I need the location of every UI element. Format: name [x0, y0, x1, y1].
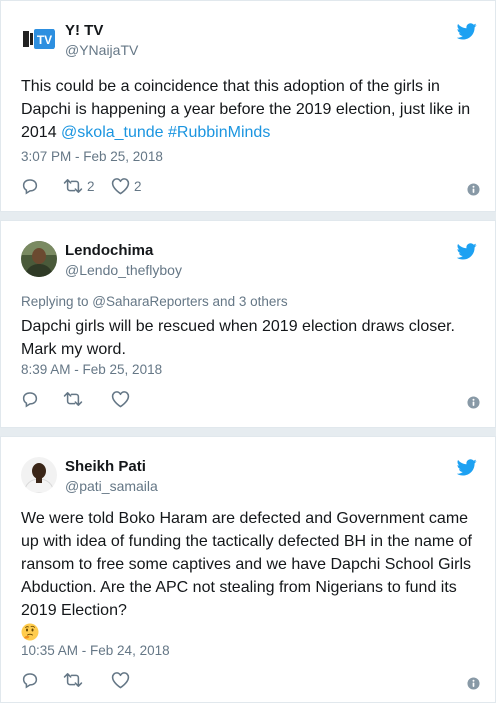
reply-button[interactable]: [21, 389, 39, 409]
retweet-count: 2: [87, 178, 95, 194]
thinking-face-icon: [21, 623, 39, 641]
twitter-bird-icon[interactable]: [457, 459, 477, 476]
info-button[interactable]: [467, 673, 480, 693]
tweet-timestamp[interactable]: 8:39 AM - Feb 25, 2018: [21, 362, 162, 377]
avatar[interactable]: [21, 457, 57, 493]
tweet-feed: TV Y! TV @YNaijaTV This could be a coinc…: [0, 0, 496, 703]
user-handle[interactable]: @pati_samaila: [65, 478, 158, 494]
tweet-card[interactable]: TV Y! TV @YNaijaTV This could be a coinc…: [0, 0, 496, 212]
like-button[interactable]: [111, 389, 134, 409]
info-icon: [467, 182, 480, 196]
reply-button[interactable]: [21, 670, 39, 690]
avatar[interactable]: TV: [21, 21, 57, 57]
user-handle[interactable]: @Lendo_theflyboy: [65, 262, 182, 278]
retweet-button[interactable]: [63, 670, 87, 690]
svg-text:TV: TV: [37, 33, 52, 47]
avatar[interactable]: [21, 241, 57, 277]
retweet-icon: [63, 673, 83, 687]
retweet-icon: [63, 392, 83, 406]
retweet-button[interactable]: [63, 389, 87, 409]
reply-button[interactable]: [21, 176, 39, 196]
user-handle[interactable]: @YNaijaTV: [65, 42, 138, 58]
heart-icon: [111, 391, 130, 408]
tweet-text: This could be a coincidence that this ad…: [21, 75, 479, 144]
twitter-bird-icon[interactable]: [457, 243, 477, 260]
tweet-actions: [21, 670, 481, 690]
tweet-card[interactable]: Lendochima @Lendo_theflyboy Replying to …: [0, 220, 496, 428]
tweet-timestamp[interactable]: 3:07 PM - Feb 25, 2018: [21, 149, 163, 164]
retweet-button[interactable]: 2: [63, 176, 95, 196]
display-name[interactable]: Lendochima: [65, 242, 153, 259]
tweet-text: We were told Boko Haram are defected and…: [21, 507, 479, 645]
reply-icon: [22, 673, 38, 689]
display-name[interactable]: Y! TV: [65, 22, 103, 39]
mention-link[interactable]: @skola_tunde: [61, 124, 164, 141]
twitter-bird-icon[interactable]: [457, 23, 477, 40]
tweet-text-body: We were told Boko Haram are defected and…: [21, 510, 472, 619]
like-button[interactable]: [111, 670, 134, 690]
like-button[interactable]: 2: [111, 176, 142, 196]
heart-icon: [111, 672, 130, 689]
reply-icon: [22, 179, 38, 195]
reply-icon: [22, 392, 38, 408]
retweet-icon: [63, 179, 83, 193]
tweet-card[interactable]: Sheikh Pati @pati_samaila We were told B…: [0, 436, 496, 703]
hashtag-link[interactable]: #RubbinMinds: [168, 124, 270, 141]
tweet-text: Dapchi girls will be rescued when 2019 e…: [21, 318, 455, 358]
info-button[interactable]: [467, 392, 480, 412]
info-icon: [467, 395, 480, 409]
tweet-actions: 2 2: [21, 176, 481, 196]
replying-to[interactable]: Replying to @SaharaReporters and 3 other…: [21, 294, 288, 309]
info-icon: [467, 676, 480, 690]
tweet-timestamp[interactable]: 10:35 AM - Feb 24, 2018: [21, 643, 170, 658]
like-count: 2: [134, 178, 142, 194]
tweet-actions: [21, 389, 481, 409]
heart-icon: [111, 178, 130, 195]
info-button[interactable]: [467, 179, 480, 199]
display-name[interactable]: Sheikh Pati: [65, 458, 146, 475]
